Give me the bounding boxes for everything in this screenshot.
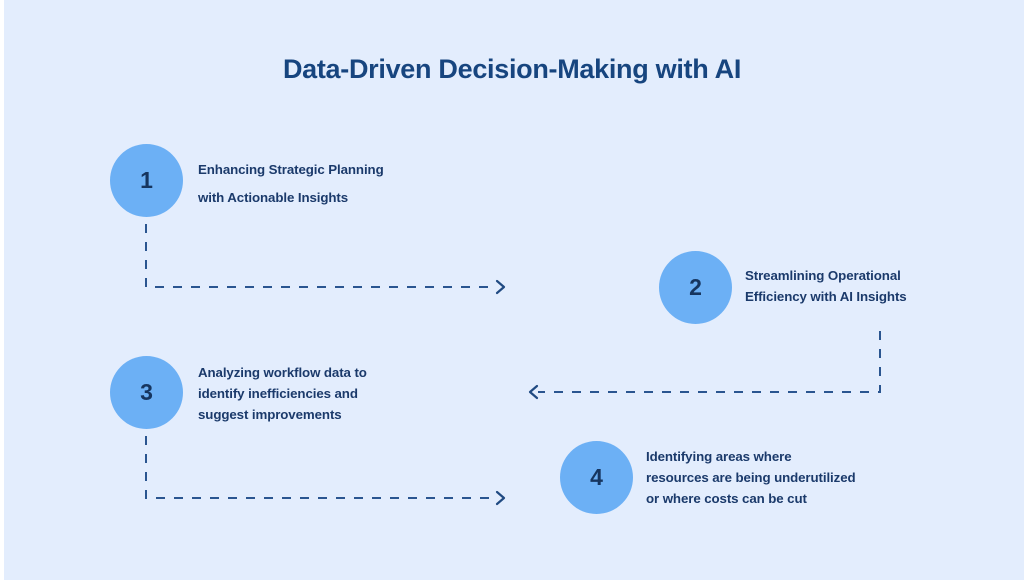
page-title: Data-Driven Decision-Making with AI (282, 54, 742, 84)
infographic-canvas: Data-Driven Decision-Making with AI 1 En… (0, 0, 1024, 580)
step-3-line-2: identify inefficiencies and (198, 386, 358, 401)
step-4-number-badge: 4 (560, 441, 633, 514)
step-1-line-2: with Actionable Insights (198, 190, 349, 205)
step-3-line-3: suggest improvements (198, 407, 342, 422)
step-2-line-2: Efficiency with AI Insights (745, 289, 907, 304)
step-2-number: 2 (689, 274, 702, 300)
step-4-line-2: resources are being underutilized (646, 470, 856, 485)
step-1-line-1: Enhancing Strategic Planning (198, 162, 384, 177)
step-4-line-3: or where costs can be cut (646, 491, 807, 506)
step-4-line-1: Identifying areas where (646, 449, 792, 464)
step-3-number: 3 (140, 379, 153, 405)
step-4-number: 4 (590, 464, 603, 490)
step-1-number-badge: 1 (110, 144, 183, 217)
step-2-line-1: Streamlining Operational (745, 268, 901, 283)
step-3-number-badge: 3 (110, 356, 183, 429)
step-2-description: Streamlining Operational Efficiency with… (745, 265, 907, 307)
step-3-description: Analyzing workflow data to identify inef… (198, 362, 367, 425)
step-4-description: Identifying areas where resources are be… (646, 446, 856, 509)
step-3-line-1: Analyzing workflow data to (198, 365, 367, 380)
step-1-number: 1 (140, 167, 153, 193)
step-1-description: Enhancing Strategic Planning with Action… (198, 156, 384, 212)
step-2-number-badge: 2 (659, 251, 732, 324)
